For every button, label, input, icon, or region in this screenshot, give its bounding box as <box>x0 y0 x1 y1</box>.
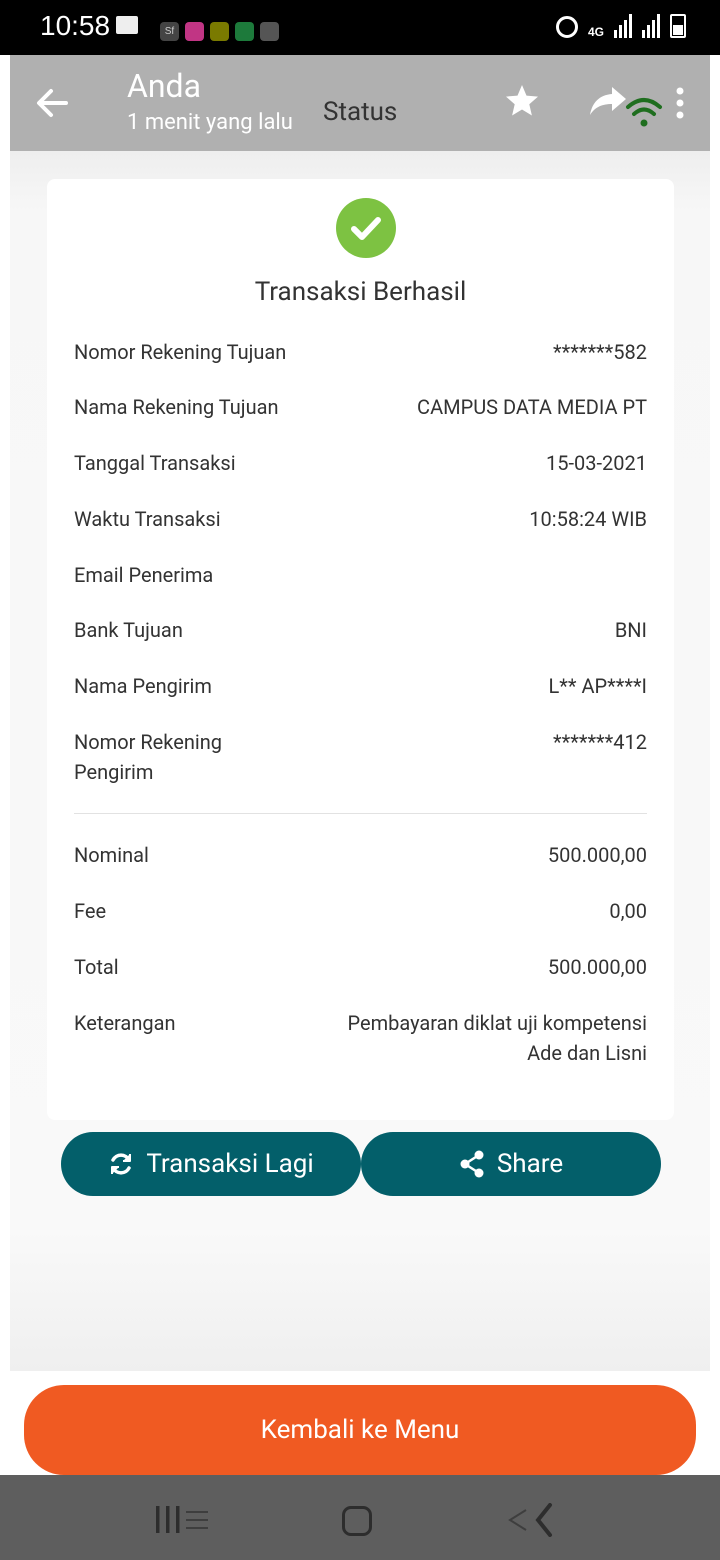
wifi-icon <box>626 98 662 127</box>
battery-icon <box>670 14 686 38</box>
detail-label: Bank Tujuan <box>74 618 183 642</box>
instagram-icon <box>185 22 204 41</box>
system-indicators: 4G <box>555 14 686 39</box>
amount-label: Total <box>74 955 119 979</box>
success-check-icon <box>336 198 396 258</box>
share-button[interactable]: Share <box>361 1132 661 1196</box>
detail-value: 10:58:24 WIB <box>529 507 647 531</box>
detail-value: CAMPUS DATA MEDIA PT <box>417 395 647 419</box>
recent-apps-icon[interactable] <box>154 1506 210 1534</box>
detail-label: Nomor Rekening Tujuan <box>74 340 287 364</box>
status-bar: 10:58 Sf 4G <box>0 0 720 55</box>
chat-title: Anda <box>127 67 201 105</box>
amount-label: Keterangan <box>74 1011 176 1035</box>
home-icon[interactable] <box>342 1506 372 1536</box>
app-icon <box>260 22 279 41</box>
amount-value: 500.000,00 <box>547 843 647 867</box>
detail-value: 15-03-2021 <box>546 451 647 475</box>
folder-icon <box>116 16 138 34</box>
status-time: 10:58 <box>40 10 111 41</box>
signal-icon-2 <box>642 14 660 38</box>
detail-label: Email Penerima <box>74 563 214 587</box>
detail-value: BNI <box>614 618 647 642</box>
whatsapp-icon <box>235 22 254 41</box>
amount-value: Pembayaran diklat uji kompetensi Ade dan… <box>347 1011 647 1065</box>
nav-back-icon[interactable] <box>506 1503 556 1537</box>
transaction-again-button[interactable]: Transaksi Lagi <box>61 1132 361 1196</box>
transaction-again-label: Transaksi Lagi <box>146 1149 314 1179</box>
receipt-card: Transaksi Berhasil Nomor Rekening Tujuan… <box>47 179 674 1120</box>
l-app-icon <box>210 22 229 41</box>
share-label: Share <box>496 1149 564 1179</box>
share-icon <box>460 1150 484 1178</box>
amount-label: Fee <box>74 899 107 923</box>
chat-subtitle: 1 menit yang lalu <box>127 110 293 135</box>
network-type: 4G <box>587 25 604 39</box>
back-to-menu-button[interactable]: Kembali ke Menu <box>24 1385 696 1475</box>
detail-label: Waktu Transaksi <box>74 507 221 531</box>
receipt-screen: Transaksi Berhasil Nomor Rekening Tujuan… <box>10 151 710 1371</box>
detail-label: Tanggal Transaksi <box>74 451 236 475</box>
alarm-icon <box>555 16 578 38</box>
app-header: Anda 1 menit yang lalu Status <box>10 55 710 151</box>
signal-icon <box>614 14 632 38</box>
amount-value: 500.000,00 <box>547 955 647 979</box>
detail-value: L** AP****I <box>548 674 647 698</box>
detail-label: Nomor Rekening Pengirim <box>74 730 223 784</box>
detail-value: *******582 <box>552 340 647 364</box>
forward-icon[interactable] <box>588 85 628 117</box>
divider <box>74 813 647 814</box>
back-to-menu-label: Kembali ke Menu <box>260 1415 460 1445</box>
back-arrow-icon[interactable] <box>32 83 72 123</box>
transaction-status-title: Transaksi Berhasil <box>254 277 467 307</box>
detail-label: Nama Pengirim <box>74 674 212 698</box>
star-icon[interactable] <box>504 83 540 119</box>
detail-value: *******412 <box>552 730 647 754</box>
status-label: Status <box>323 97 398 127</box>
sf-app-icon: Sf <box>160 22 179 41</box>
refresh-icon <box>111 1153 132 1175</box>
detail-label: Nama Rekening Tujuan <box>74 395 279 419</box>
more-options-icon[interactable] <box>674 87 686 119</box>
system-nav-bar <box>0 1475 720 1560</box>
notification-icons: Sf <box>160 22 279 41</box>
amount-value: 0,00 <box>609 899 647 923</box>
amount-label: Nominal <box>74 843 149 867</box>
